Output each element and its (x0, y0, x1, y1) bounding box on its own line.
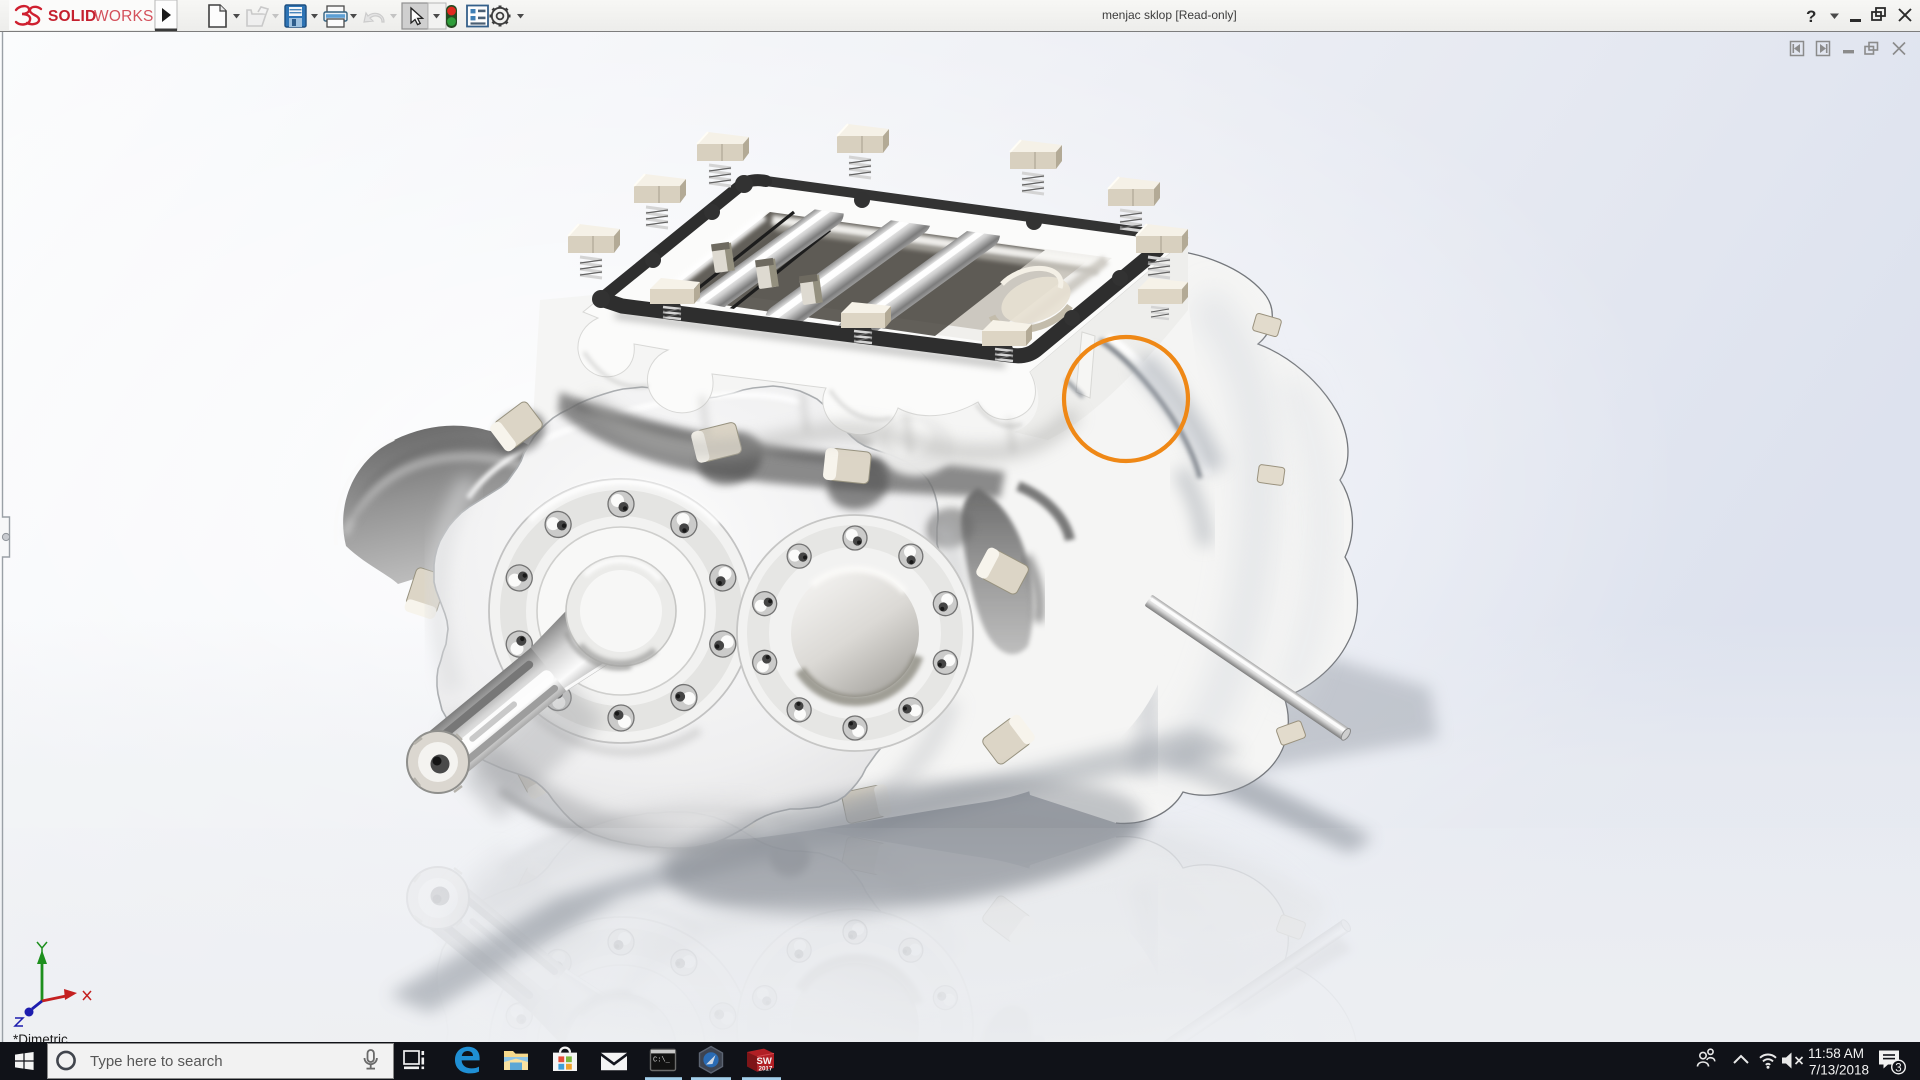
svg-text:7/13/2018: 7/13/2018 (1809, 1063, 1869, 1078)
svg-text:SOLID: SOLID (48, 8, 96, 25)
svg-text:11:58 AM: 11:58 AM (1808, 1046, 1864, 1061)
svg-text:C:\_: C:\_ (653, 1057, 671, 1065)
svg-text:Type here to search: Type here to search (90, 1053, 223, 1070)
svg-text:WORKS: WORKS (94, 8, 154, 25)
svg-text:3: 3 (1895, 1062, 1901, 1074)
svg-text:2017: 2017 (759, 1066, 773, 1073)
svg-text:?: ? (1806, 7, 1816, 26)
svg-text:*Dimetric: *Dimetric (13, 1032, 68, 1042)
